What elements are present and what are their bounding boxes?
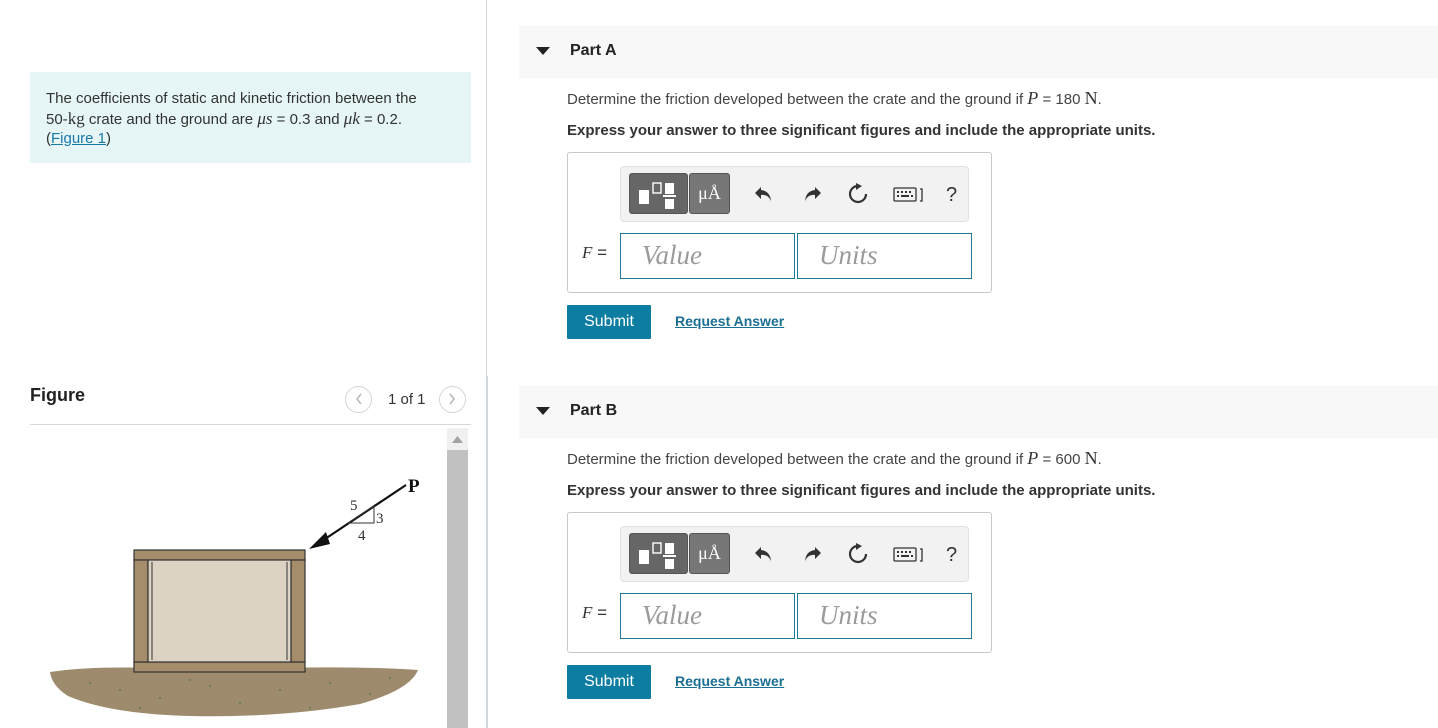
answer-label: F = (582, 603, 607, 623)
part-a-question: Determine the friction developed between… (567, 88, 1102, 109)
part-a-instruction: Express your answer to three significant… (567, 122, 1156, 139)
mu-k-symbol: μk (343, 108, 360, 128)
figure-link-close: ) (106, 130, 112, 147)
question-text: Determine the friction developed between… (567, 451, 1028, 468)
slope-label-4: 4 (358, 528, 366, 544)
scroll-up-button[interactable] (447, 428, 468, 450)
value-input[interactable]: Value (620, 233, 795, 279)
redo-button[interactable] (799, 541, 825, 567)
mass-value: 50- (46, 110, 68, 128)
problem-statement: The coefficients of static and kinetic f… (30, 72, 471, 163)
units-button[interactable]: μÅ (689, 533, 730, 574)
figure-next-button[interactable] (438, 385, 466, 413)
units-input[interactable]: Units (797, 593, 972, 639)
figure-link[interactable]: Figure 1 (51, 130, 106, 147)
question-unit: N (1084, 88, 1098, 108)
reset-icon (848, 183, 868, 204)
triangle-up-icon (452, 435, 463, 443)
templates-icon (639, 182, 676, 209)
templates-button[interactable] (629, 533, 688, 574)
slope-label-3: 3 (376, 511, 384, 527)
figure-prev-button[interactable] (345, 385, 372, 413)
problem-text: The coefficients of static and kinetic f… (46, 90, 417, 107)
collapse-triangle-icon (536, 407, 550, 415)
part-a-title: Part A (570, 42, 617, 59)
figure-divider (30, 424, 471, 425)
figure-scrollbar[interactable] (447, 428, 468, 728)
part-a-request-answer-link[interactable]: Request Answer (675, 313, 784, 329)
redo-icon (805, 547, 821, 561)
collapse-triangle-icon (536, 47, 550, 55)
question-unit: N (1084, 448, 1098, 468)
reset-icon (848, 543, 868, 564)
undo-button[interactable] (751, 541, 777, 567)
answer-toolbar: μÅ ? (620, 526, 969, 582)
redo-icon (805, 187, 821, 201)
pane-divider (486, 376, 488, 728)
question-value: = 180 (1038, 91, 1085, 108)
slope-label-5: 5 (350, 498, 358, 514)
question-text: Determine the friction developed between… (567, 91, 1028, 108)
part-a-submit-button[interactable]: Submit (567, 305, 651, 339)
figure-image: P 5 3 4 (30, 428, 446, 728)
question-var: P (1027, 88, 1039, 108)
part-b-answer-box: μÅ ? F = Value Units (567, 512, 992, 653)
question-period: . (1097, 451, 1102, 468)
chevron-left-icon (355, 393, 362, 405)
problem-text-2: crate and the ground are (84, 110, 258, 128)
answer-equals: = (592, 603, 608, 622)
question-var: P (1027, 448, 1039, 468)
answer-var: F (582, 603, 593, 622)
units-input[interactable]: Units (797, 233, 972, 279)
part-b-submit-button[interactable]: Submit (567, 665, 651, 699)
question-value: = 600 (1038, 451, 1085, 468)
undo-icon (755, 187, 771, 201)
answer-var: F (582, 243, 593, 262)
figure-pager: 1 of 1 (345, 385, 466, 413)
chevron-right-icon (449, 393, 456, 405)
reset-button[interactable] (845, 181, 871, 207)
part-b-request-answer-link[interactable]: Request Answer (675, 673, 784, 689)
part-b-title: Part B (570, 402, 618, 419)
part-a-answer-box: μÅ ? F = Value Units (567, 152, 992, 293)
figure-counter: 1 of 1 (388, 390, 426, 408)
left-pane: The coefficients of static and kinetic f… (0, 0, 487, 728)
undo-button[interactable] (751, 181, 777, 207)
keyboard-button[interactable] (893, 541, 927, 567)
part-b-question: Determine the friction developed between… (567, 448, 1102, 469)
crate-diagram: P 5 3 4 (50, 476, 420, 717)
templates-button[interactable] (629, 173, 688, 214)
help-button[interactable]: ? (946, 544, 957, 567)
answer-label: F = (582, 243, 607, 263)
value-input[interactable]: Value (620, 593, 795, 639)
ground (50, 667, 418, 717)
part-a-header[interactable]: Part A (519, 26, 1438, 78)
mu-s-symbol: μs (257, 108, 273, 128)
templates-icon (639, 542, 676, 569)
help-button[interactable]: ? (946, 184, 957, 207)
units-button[interactable]: μÅ (689, 173, 730, 214)
keyboard-icon (893, 187, 923, 202)
force-label: P (408, 476, 420, 497)
part-b-instruction: Express your answer to three significant… (567, 482, 1156, 499)
app-root: The coefficients of static and kinetic f… (0, 0, 1438, 728)
figure-title: Figure (30, 385, 86, 405)
mu-k-value: = 0.2. (359, 110, 402, 128)
answer-toolbar: μÅ ? (620, 166, 969, 222)
answer-equals: = (592, 243, 608, 262)
crate (133, 549, 306, 673)
keyboard-button[interactable] (893, 181, 927, 207)
scroll-thumb[interactable] (447, 450, 468, 728)
mu-s-value: = 0.3 and (272, 110, 344, 128)
undo-icon (755, 547, 771, 561)
redo-button[interactable] (799, 181, 825, 207)
keyboard-icon (893, 547, 923, 562)
mass-unit: kg (67, 108, 85, 128)
reset-button[interactable] (845, 541, 871, 567)
question-period: . (1097, 91, 1102, 108)
part-b-header[interactable]: Part B (519, 386, 1438, 438)
